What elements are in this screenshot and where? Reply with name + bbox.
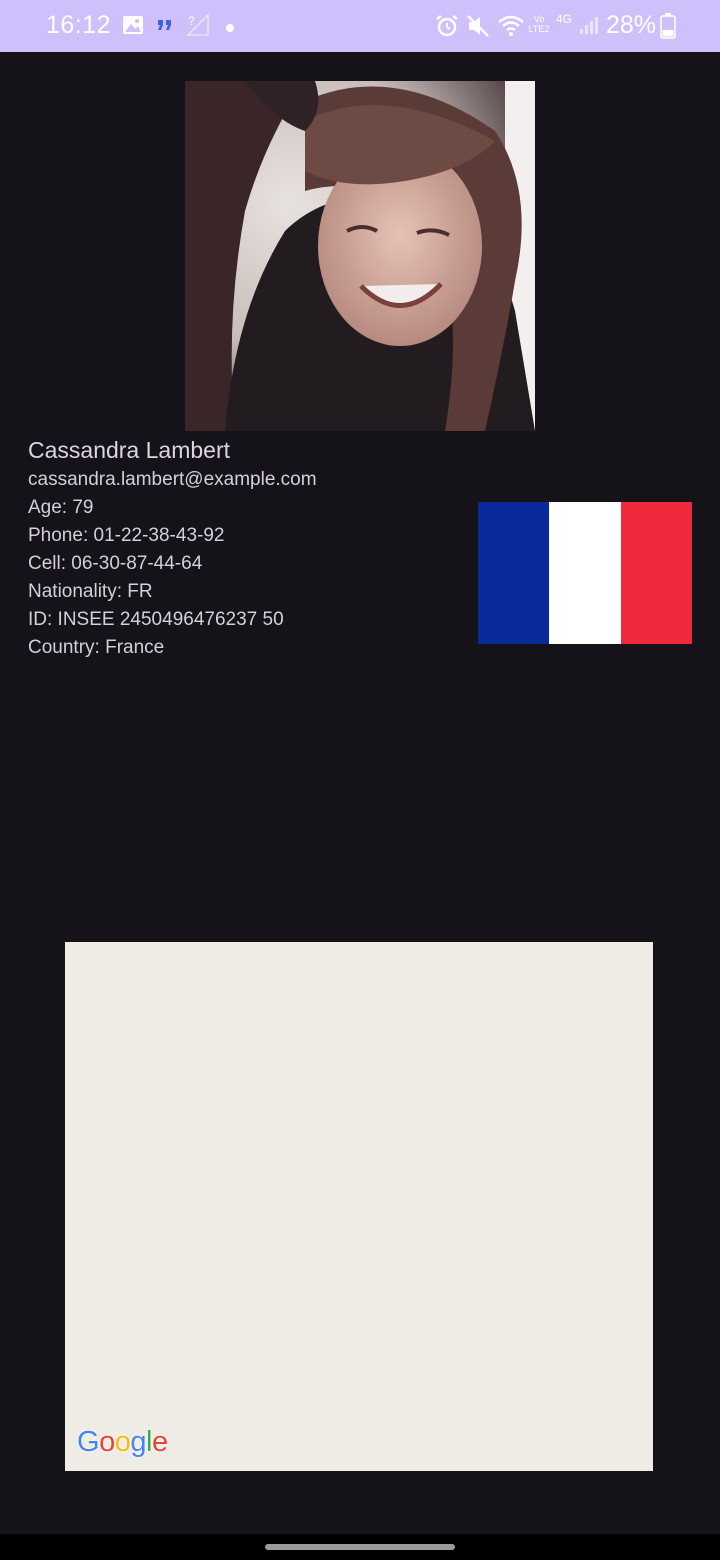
- mute-icon: [465, 13, 491, 44]
- 4g-icon: 4G: [556, 12, 573, 26]
- gallery-icon: [122, 14, 144, 41]
- profile-name: Cassandra Lambert: [28, 437, 230, 463]
- profile-email: cassandra.lambert@example.com: [28, 469, 317, 490]
- profile-id: ID: INSEE 2450496476237 50: [28, 609, 284, 630]
- profile-photo: [185, 81, 535, 431]
- navigation-bar: [0, 1534, 720, 1560]
- alarm-icon: [434, 13, 460, 44]
- google-logo: Google: [77, 1426, 168, 1459]
- profile-phone: Phone: 01-22-38-43-92: [28, 525, 225, 546]
- no-signal-icon: ?: [186, 13, 210, 42]
- battery-icon: [660, 13, 676, 44]
- svg-text:?: ?: [188, 14, 195, 28]
- profile-age: Age: 79: [28, 497, 94, 518]
- notification-dot-icon: [225, 20, 235, 38]
- country-flag: [478, 502, 692, 644]
- google-logo-letter: o: [99, 1426, 115, 1458]
- google-logo-letter: g: [130, 1426, 146, 1458]
- profile-country: Country: France: [28, 637, 165, 658]
- quote-icon: [156, 14, 174, 41]
- google-logo-letter: e: [151, 1426, 168, 1458]
- profile-nationality: Nationality: FR: [28, 581, 153, 602]
- map-view[interactable]: Google: [65, 942, 653, 1471]
- home-gesture-handle[interactable]: [265, 1544, 455, 1550]
- google-logo-letter: o: [114, 1426, 131, 1458]
- flag-stripe-red: [620, 502, 692, 644]
- cell-signal-icon: [578, 14, 600, 41]
- profile-cell: Cell: 06-30-87-44-64: [28, 553, 203, 574]
- profile-info: Cassandra Lambert cassandra.lambert@exam…: [28, 434, 317, 662]
- flag-stripe-white: [549, 502, 621, 644]
- status-bar: 16:12 ? Vo LTE2 4G 28%: [0, 0, 720, 52]
- status-time: 16:12: [46, 11, 112, 39]
- flag-stripe-blue: [478, 502, 550, 644]
- google-logo-letter: G: [77, 1426, 100, 1458]
- battery-percentage: 28%: [606, 11, 657, 39]
- volte-icon: Vo LTE2: [528, 14, 550, 34]
- wifi-icon: [497, 13, 525, 42]
